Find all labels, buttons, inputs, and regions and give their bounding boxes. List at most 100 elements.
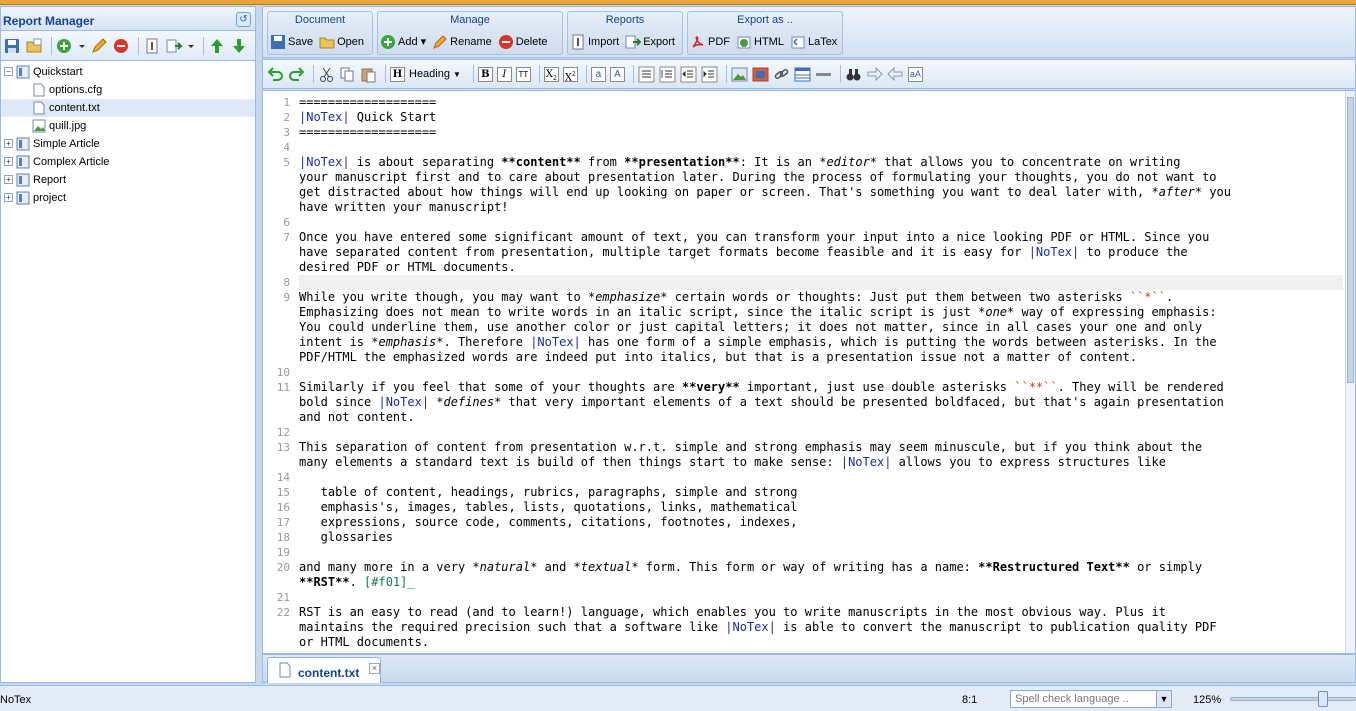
tree-item-report[interactable]: + Report bbox=[1, 171, 255, 189]
tab-content-txt[interactable]: content.txt × bbox=[267, 657, 381, 683]
editor-line[interactable]: 18 glossaries bbox=[277, 530, 1343, 545]
lowercase-icon[interactable]: a bbox=[590, 66, 606, 82]
insert-figure-icon[interactable] bbox=[752, 66, 769, 83]
move-up-icon[interactable] bbox=[208, 37, 226, 55]
editor-line[interactable]: have separated content from presentation… bbox=[299, 245, 1343, 260]
outdent-icon[interactable] bbox=[680, 66, 697, 83]
editor-content[interactable]: 1 =================== 2 |NoTex| Quick Start… bbox=[277, 95, 1343, 650]
expand-toggle-icon[interactable]: + bbox=[4, 157, 13, 166]
zoom-slider-handle[interactable] bbox=[1318, 691, 1328, 707]
editor-line[interactable]: 16 emphasis's, images, tables, lists, qu… bbox=[277, 500, 1343, 515]
redo-icon[interactable] bbox=[288, 66, 305, 83]
editor-line[interactable]: PDF/HTML the emphasized words are indeed… bbox=[299, 350, 1343, 365]
cut-icon[interactable] bbox=[318, 66, 335, 83]
editor-line[interactable]: 5 |NoTex| is about separating **content**… bbox=[283, 155, 1343, 170]
rename-pencil-icon[interactable] bbox=[90, 37, 108, 55]
move-down-icon[interactable] bbox=[230, 37, 248, 55]
scrollbar-thumb[interactable] bbox=[1347, 97, 1354, 383]
editor-line[interactable]: 22 RST is an easy to read (and to learn!)… bbox=[277, 605, 1343, 620]
delete-button[interactable]: Delete bbox=[498, 34, 548, 50]
editor-line[interactable]: 19 bbox=[277, 545, 1343, 560]
editor-line[interactable]: desired PDF or HTML documents. bbox=[299, 260, 1343, 275]
expand-toggle-icon[interactable]: + bbox=[4, 175, 13, 184]
move-icon[interactable] bbox=[165, 37, 183, 55]
tree-item-complex-article[interactable]: + Complex Article bbox=[1, 153, 255, 171]
heading-dropdown[interactable]: Heading bbox=[409, 68, 450, 80]
italic-button[interactable]: I bbox=[496, 66, 512, 82]
editor-line[interactable]: 9 While you write though, you may want to… bbox=[283, 290, 1343, 305]
chevron-down-icon[interactable]: ▼ bbox=[453, 70, 461, 79]
save-icon[interactable] bbox=[3, 37, 21, 55]
numbered-list-icon[interactable] bbox=[659, 66, 676, 83]
editor-line[interactable]: 4 bbox=[283, 140, 1343, 155]
monospace-button[interactable]: TT bbox=[515, 66, 531, 82]
indent-icon[interactable] bbox=[701, 66, 718, 83]
open-folder-icon[interactable] bbox=[25, 37, 43, 55]
export-button[interactable]: Export bbox=[625, 34, 675, 50]
horizontal-rule-icon[interactable] bbox=[815, 66, 832, 83]
tree-item-quickstart[interactable]: − Quickstart bbox=[1, 63, 255, 81]
editor-line[interactable]: have written your manuscript! bbox=[299, 200, 1343, 215]
collapse-toggle-icon[interactable]: − bbox=[4, 67, 13, 76]
superscript-button[interactable]: X2 bbox=[562, 66, 578, 83]
replace-icon[interactable]: aA bbox=[907, 66, 923, 82]
chevron-down-icon[interactable]: ▼ bbox=[1156, 691, 1171, 707]
tree-item-project[interactable]: + project bbox=[1, 189, 255, 207]
editor-line[interactable]: **RST**. [#f01]_ bbox=[299, 575, 1343, 590]
spell-check-language-select[interactable]: Spell check language .. ▼ bbox=[1010, 690, 1172, 708]
editor-line[interactable]: and not content. bbox=[299, 410, 1343, 425]
subscript-button[interactable]: X2 bbox=[543, 66, 559, 82]
dropdown-arrow-icon[interactable] bbox=[187, 37, 195, 55]
tree-item-content-txt[interactable]: content.txt bbox=[1, 99, 255, 117]
editor-line[interactable]: 2 |NoTex| Quick Start bbox=[283, 110, 1343, 125]
open-button[interactable]: Open bbox=[319, 34, 364, 50]
find-previous-icon[interactable] bbox=[887, 66, 904, 83]
editor-line[interactable]: 10 bbox=[277, 365, 1343, 380]
editor-line[interactable]: many elements a standard text is build o… bbox=[299, 455, 1343, 470]
editor-line[interactable]: 8 bbox=[283, 275, 1343, 290]
save-button[interactable]: Save bbox=[270, 34, 313, 50]
refresh-icon[interactable]: ↺ bbox=[236, 12, 251, 27]
editor-line[interactable]: You could underline them, use another co… bbox=[299, 320, 1343, 335]
paste-icon[interactable] bbox=[360, 66, 377, 83]
editor-line[interactable]: 1 =================== bbox=[283, 95, 1343, 110]
tree-item-simple-article[interactable]: + Simple Article bbox=[1, 135, 255, 153]
editor-line[interactable]: 7 Once you have entered some significant … bbox=[283, 230, 1343, 245]
vertical-scrollbar[interactable] bbox=[1345, 91, 1355, 653]
export-pdf-button[interactable]: PDF bbox=[690, 34, 730, 50]
insert-image-icon[interactable] bbox=[731, 66, 748, 83]
import-button[interactable]: Import bbox=[570, 34, 619, 50]
editor-line[interactable]: 13 This separation of content from presen… bbox=[277, 440, 1343, 455]
editor-line[interactable]: 11 Similarly if you feel that some of you… bbox=[277, 380, 1343, 395]
add-icon[interactable] bbox=[56, 37, 74, 55]
properties-icon[interactable] bbox=[143, 37, 161, 55]
editor-line[interactable]: 15 table of content, headings, rubrics, … bbox=[277, 485, 1343, 500]
delete-icon[interactable] bbox=[112, 37, 130, 55]
undo-icon[interactable] bbox=[267, 66, 284, 83]
bullet-list-icon[interactable] bbox=[638, 66, 655, 83]
editor-line[interactable]: or HTML documents. bbox=[299, 635, 1343, 650]
copy-icon[interactable] bbox=[339, 66, 356, 83]
editor-line[interactable]: your manuscript first and to care about … bbox=[299, 170, 1343, 185]
tree-item-options-cfg[interactable]: options.cfg bbox=[1, 81, 255, 99]
editor-line[interactable]: intent is *emphasis*. Therefore |NoTex| … bbox=[299, 335, 1343, 350]
editor-line[interactable]: 12 bbox=[277, 425, 1343, 440]
find-next-icon[interactable] bbox=[866, 66, 883, 83]
editor-line[interactable]: 21 bbox=[277, 590, 1343, 605]
editor-line[interactable]: bold since |NoTex| *defines* that very i… bbox=[299, 395, 1343, 410]
dropdown-arrow-icon[interactable] bbox=[78, 37, 86, 55]
export-html-button[interactable]: HTML bbox=[736, 34, 784, 50]
uppercase-icon[interactable]: A bbox=[609, 66, 625, 82]
close-tab-icon[interactable]: × bbox=[369, 663, 380, 674]
editor-line[interactable]: 20 and many more in a very *natural* and … bbox=[277, 560, 1343, 575]
editor-line[interactable]: 14 bbox=[277, 470, 1343, 485]
bold-button[interactable]: B bbox=[477, 66, 493, 82]
editor-line[interactable]: Emphasizing does not mean to write words… bbox=[299, 305, 1343, 320]
zoom-slider[interactable] bbox=[1230, 691, 1356, 707]
expand-toggle-icon[interactable]: + bbox=[4, 193, 13, 202]
expand-toggle-icon[interactable]: + bbox=[4, 139, 13, 148]
insert-table-icon[interactable] bbox=[794, 66, 811, 83]
editor-line[interactable]: get distracted about how things will end… bbox=[299, 185, 1343, 200]
text-editor[interactable]: 1 =================== 2 |NoTex| Quick Start… bbox=[262, 90, 1356, 654]
editor-line[interactable]: 17 expressions, source code, comments, c… bbox=[277, 515, 1343, 530]
